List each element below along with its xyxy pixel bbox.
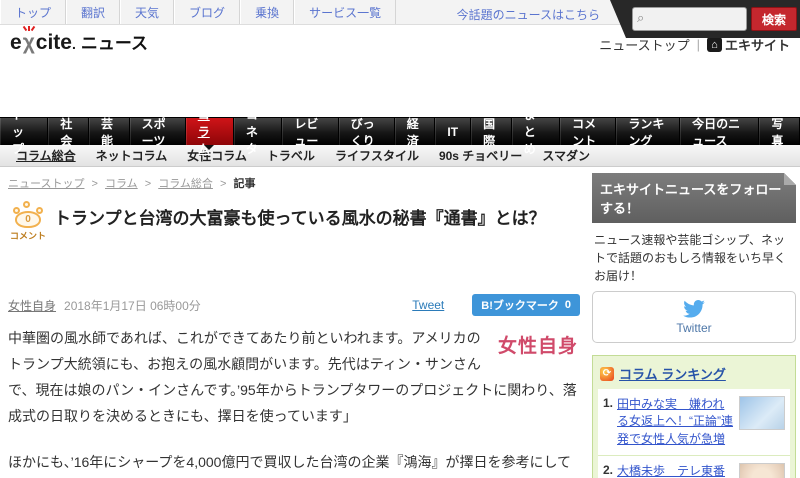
sub-navigation: コラム総合 ネットコラム 女性コラム トラベル ライフスタイル 90s チョベリ…	[0, 145, 800, 167]
hatena-bookmark-button[interactable]: B!ブックマーク 0	[472, 294, 580, 316]
ranking-icon: ⟳	[600, 367, 614, 381]
service-links: トップ 翻訳 天気 ブログ 乗換 サービス一覧	[0, 0, 396, 24]
page-title: トランプと台湾の大富豪も使っている風水の秘書『通書』とは？	[54, 201, 546, 242]
nav-photo[interactable]: 写真	[759, 118, 800, 145]
bookmark-label: B!ブックマーク	[481, 297, 559, 313]
ad-slot	[0, 60, 800, 117]
breadcrumb-separator: >	[92, 178, 98, 190]
nav-sports[interactable]: スポーツ	[130, 118, 186, 145]
ranking-thumbnail-2[interactable]	[739, 463, 785, 478]
rank-number: 2.	[603, 463, 613, 478]
top-link-home[interactable]: トップ	[0, 0, 66, 24]
breadcrumb-separator: >	[145, 178, 151, 190]
rank-number: 1.	[603, 396, 613, 448]
logo-dot: .	[72, 36, 76, 52]
top-link-translate[interactable]: 翻訳	[66, 0, 120, 24]
article-meta: 女性自身 2018年1月17日 06時00分 Tweet B!ブックマーク 0	[8, 294, 580, 316]
breadcrumb-column-general[interactable]: コラム総合	[158, 178, 213, 190]
twitter-button-label: Twitter	[676, 321, 711, 335]
paragraph: ほかにも、’16年にシャープを4,000億円で買収した台湾の企業『鴻海』が擇日を…	[8, 450, 580, 478]
follow-box: エキサイトニュースをフォローする！ ニュース速報や芸能ゴシップ、ネットで話題のお…	[592, 173, 796, 343]
main-navigation: トップ 社会 芸能 スポーツ コラム コネタ レビュー びっくり 経済 IT 国…	[0, 117, 800, 145]
excite-news-page: トップ 翻訳 天気 ブログ 乗換 サービス一覧 今話題のニュースはこちら ⌕ 検…	[0, 0, 800, 478]
ranking-link-1[interactable]: 田中みな実 嫌われる女返上へ！“正論”連発で女性人気が急増	[617, 396, 734, 448]
paw-comment-icon: 0	[12, 201, 44, 228]
sidebar: エキサイトニュースをフォローする！ ニュース速報や芸能ゴシップ、ネットで話題のお…	[592, 173, 796, 478]
publish-date: 2018年1月17日 06時00分	[64, 297, 412, 314]
ranking-box: ⟳ コラム ランキング 1. 田中みな実 嫌われる女返上へ！“正論”連発で女性人…	[592, 355, 796, 478]
divider: |	[697, 37, 700, 52]
twitter-bird-icon	[683, 300, 705, 318]
ranking-title-link[interactable]: コラム ランキング	[619, 364, 726, 383]
search-icon: ⌕	[637, 10, 644, 26]
top-link-weather[interactable]: 天気	[120, 0, 174, 24]
nav-review[interactable]: レビュー	[282, 118, 338, 145]
twitter-follow-button[interactable]: Twitter	[592, 291, 796, 343]
comment-widget[interactable]: 0 コメント	[8, 201, 48, 242]
breadcrumb-separator: >	[220, 178, 226, 190]
top-link-blog[interactable]: ブログ	[174, 0, 240, 24]
subnav-lifestyle[interactable]: ライフスタイル	[325, 147, 429, 164]
breadcrumb-current: 記事	[233, 178, 255, 190]
search-bar: ⌕ 検索	[610, 0, 800, 38]
excite-news-logo[interactable]: eχcite. ニュース	[10, 29, 148, 55]
search-input[interactable]	[632, 7, 747, 31]
nav-todays-news[interactable]: 今日のニュース	[680, 118, 759, 145]
logo-e: e	[10, 31, 22, 55]
breadcrumb-column[interactable]: コラム	[105, 178, 138, 190]
nav-economy[interactable]: 経済	[395, 118, 436, 145]
nav-bikkuri[interactable]: びっくり	[339, 118, 395, 145]
home-icon: ⌂	[707, 37, 722, 52]
ranking-link-2[interactable]: 大橋未歩 テレ東番組出禁か？各局活躍も古巣出演なしの異常事態	[617, 463, 734, 478]
article-body: 女性自身 中華圏の風水師であれば、これができてあたり前といわれます。アメリカのト…	[8, 326, 580, 478]
ranking-header: ⟳ コラム ランキング	[598, 361, 790, 389]
follow-box-description: ニュース速報や芸能ゴシップ、ネットで話題のおもしろ情報をいち早くお届け！	[592, 223, 796, 291]
nav-koneta[interactable]: コネタ	[234, 118, 282, 145]
source-magazine-logo: 女性自身	[496, 326, 580, 368]
article-header: 0 コメント トランプと台湾の大富豪も使っている風水の秘書『通書』とは？	[8, 201, 580, 242]
nav-top[interactable]: トップ	[0, 118, 48, 145]
content-area: ニューストップ > コラム > コラム総合 > 記事 0 コメント トランプと台…	[0, 167, 800, 478]
nav-matome[interactable]: まとめ	[512, 118, 560, 145]
list-item: 2. 大橋未歩 テレ東番組出禁か？各局活躍も古巣出演なしの異常事態	[598, 456, 790, 478]
ranking-list: 1. 田中みな実 嫌われる女返上へ！“正論”連発で女性人気が急増 2. 大橋未歩…	[598, 389, 790, 478]
top-link-transit[interactable]: 乗換	[240, 0, 294, 24]
spark-icon	[24, 26, 34, 31]
comment-label: コメント	[8, 229, 48, 242]
nav-society[interactable]: 社会	[48, 118, 89, 145]
search-button[interactable]: 検索	[751, 7, 797, 31]
breadcrumb-news-top[interactable]: ニューストップ	[8, 178, 84, 190]
subnav-net-column[interactable]: ネットコラム	[86, 147, 178, 164]
paragraph: 中華圏の風水師であれば、これができてあたり前といわれます。アメリカのトランプ大統…	[8, 326, 580, 430]
nav-comment[interactable]: コメント	[560, 118, 616, 145]
list-item: 1. 田中みな実 嫌われる女返上へ！“正論”連発で女性人気が急増	[598, 389, 790, 456]
article-column: ニューストップ > コラム > コラム総合 > 記事 0 コメント トランプと台…	[8, 173, 580, 478]
fold-corner	[784, 173, 796, 185]
bookmark-count: 0	[565, 299, 571, 311]
nav-entertainment[interactable]: 芸能	[89, 118, 130, 145]
top-link-services[interactable]: サービス一覧	[294, 0, 396, 24]
nav-ranking[interactable]: ランキング	[616, 118, 680, 145]
follow-box-title: エキサイトニュースをフォローする！	[592, 173, 796, 223]
logo-news-suffix: ニュース	[81, 29, 148, 54]
nav-international[interactable]: 国際	[471, 118, 512, 145]
ranking-thumbnail-1[interactable]	[739, 396, 785, 430]
comment-count: 0	[15, 211, 41, 228]
subnav-90s[interactable]: 90s チョベリー	[429, 147, 532, 164]
trending-news-link[interactable]: 今話題のニュースはこちら	[457, 6, 600, 23]
breadcrumb: ニューストップ > コラム > コラム総合 > 記事	[8, 175, 580, 191]
logo-cite: cite	[36, 31, 72, 55]
search-input-wrap: ⌕	[632, 7, 747, 31]
logo-x: χ	[22, 31, 36, 55]
tweet-button[interactable]: Tweet	[412, 298, 444, 312]
source-link[interactable]: 女性自身	[8, 297, 56, 314]
nav-column-active[interactable]: コラム	[186, 118, 234, 145]
nav-it[interactable]: IT	[435, 118, 471, 145]
